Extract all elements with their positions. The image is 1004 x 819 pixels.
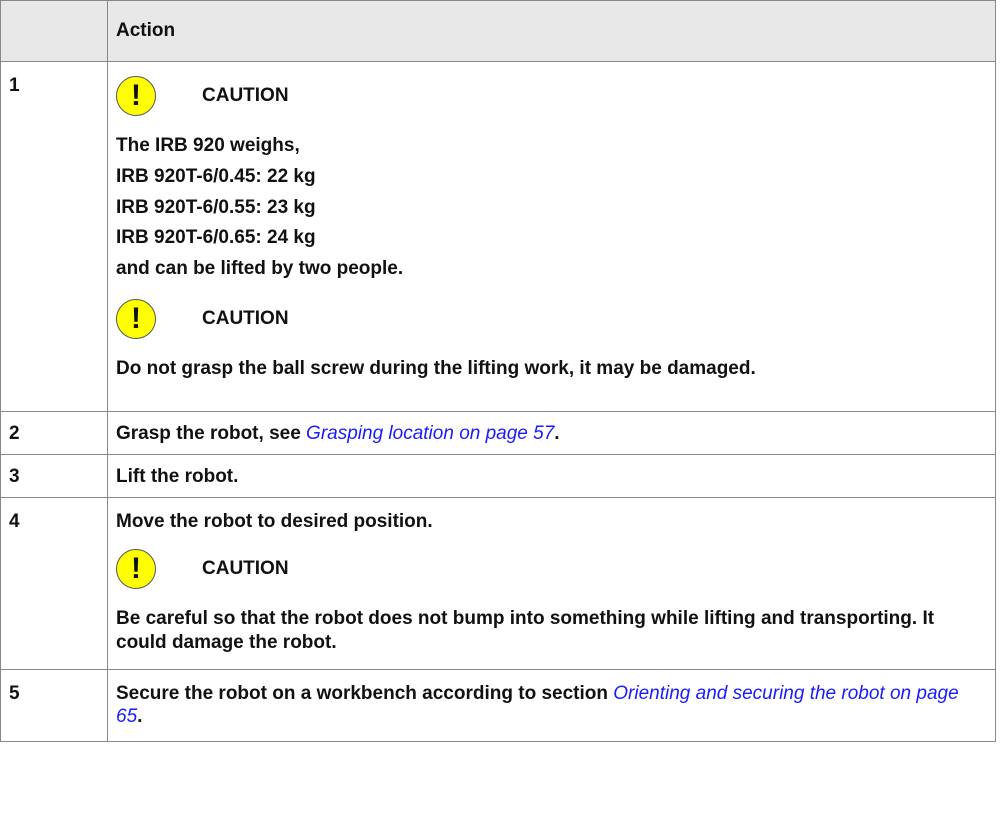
header-step-column <box>0 0 108 62</box>
step-text: Grasp the robot, see <box>116 423 307 444</box>
cross-reference-link[interactable]: Grasping location on page 57 <box>306 423 554 444</box>
table-row: 1 ! CAUTION The IRB 920 weighs, IRB 920T… <box>0 61 996 412</box>
caution-exclamation-icon: ! <box>116 549 156 590</box>
table-row: 3 Lift the robot. <box>0 453 996 498</box>
step-action: Secure the robot on a workbench accordin… <box>107 668 996 742</box>
caution-exclamation-icon: ! <box>116 298 156 339</box>
header-action-column: Action <box>107 0 996 62</box>
step-action: Move the robot to desired position. ! CA… <box>107 496 996 670</box>
step-number: 5 <box>0 668 108 742</box>
step-action: Grasp the robot, see Grasping location o… <box>107 411 996 455</box>
weight-line: IRB 920T-6/0.55: 23 kg <box>116 196 316 218</box>
caution-exclamation-icon: ! <box>116 76 156 116</box>
table-header-row: Action <box>0 0 996 62</box>
caution-block: ! CAUTION <box>116 549 987 590</box>
step-number: 3 <box>0 453 108 498</box>
caution-label: CAUTION <box>202 558 289 580</box>
table-row: 5 Secure the robot on a workbench accord… <box>0 668 996 742</box>
weight-line: and can be lifted by two people. <box>116 258 404 279</box>
caution-block: ! CAUTION <box>116 76 987 116</box>
weight-line: IRB 920T-6/0.45: 22 kg <box>116 165 316 187</box>
caution-text: Be careful so that the robot does not bu… <box>116 608 935 653</box>
table-row: 4 Move the robot to desired position. ! … <box>0 496 996 670</box>
step-text-end: . <box>554 423 560 444</box>
step-action: ! CAUTION The IRB 920 weighs, IRB 920T-6… <box>107 61 996 412</box>
caution-label: CAUTION <box>202 85 289 107</box>
caution-label: CAUTION <box>202 307 289 329</box>
step-text-end: . <box>137 706 143 728</box>
caution-block: ! CAUTION <box>116 298 987 339</box>
step-number: 1 <box>0 61 108 412</box>
caution-text: Do not grasp the ball screw during the l… <box>116 357 756 379</box>
table-row: 2 Grasp the robot, see Grasping location… <box>0 411 996 455</box>
step-text: Secure the robot on a workbench accordin… <box>116 682 614 704</box>
action-table: Action 1 ! CAUTION The IRB 920 weighs, I… <box>0 0 996 742</box>
step-number: 2 <box>0 411 108 455</box>
step-text: Move the robot to desired position. <box>116 510 433 532</box>
weight-line: The IRB 920 weighs, <box>116 135 300 156</box>
step-number: 4 <box>0 496 108 670</box>
weight-line: IRB 920T-6/0.65: 24 kg <box>116 227 316 249</box>
step-action: Lift the robot. <box>107 453 996 498</box>
